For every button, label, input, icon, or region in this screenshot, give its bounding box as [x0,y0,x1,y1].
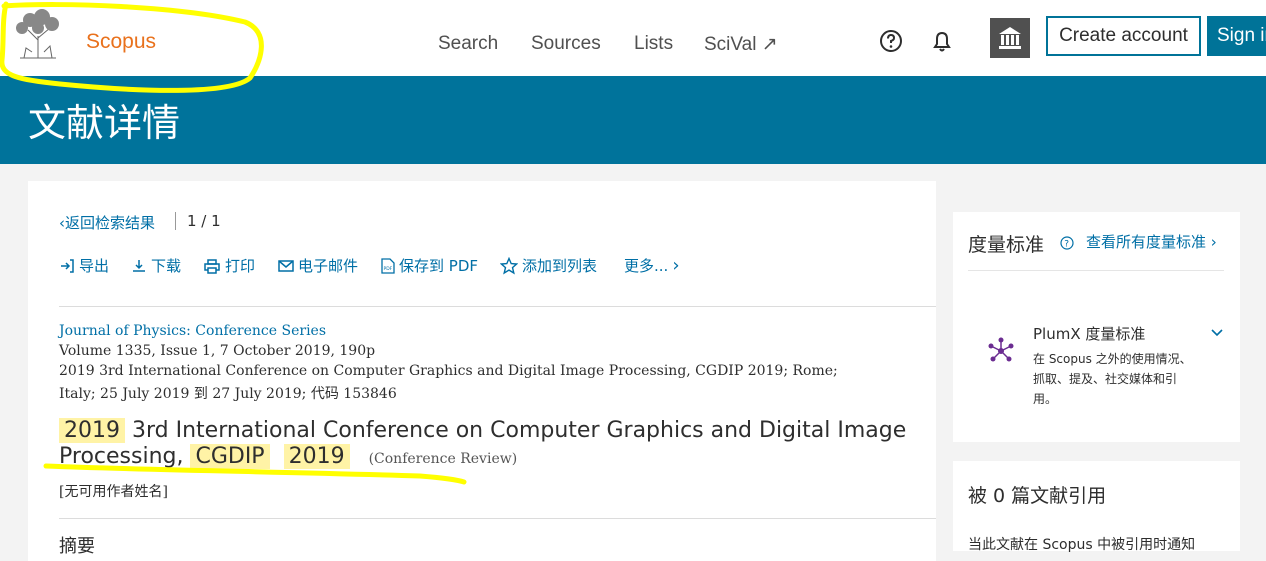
institution-icon [999,27,1021,49]
title-text-part2: Processing, [59,444,191,469]
metrics-divider [968,270,1224,271]
more-button[interactable]: 更多... › [624,255,680,276]
authors-divider [59,518,936,519]
back-to-results-link[interactable]: ‹返回检索结果 [59,212,155,233]
svg-text:?: ? [1064,240,1069,250]
email-button[interactable]: 电子邮件 [278,255,358,276]
plumx-title[interactable]: PlumX 度量标准 [1033,323,1145,344]
title-highlight-year: 2019 [59,418,125,443]
pdf-icon: PDF [381,257,395,274]
plumx-icon [988,337,1014,362]
export-label: 导出 [79,257,110,275]
authors-text: [无可用作者姓名] [59,484,168,500]
volume-info: Volume 1335, Issue 1, 7 October 2019, 19… [59,343,376,359]
document-title-line2: Processing, CGDIP 2019 (Conference Revie… [59,444,517,472]
view-all-metrics-label: 查看所有度量标准 [1086,233,1207,251]
download-label: 下载 [151,257,182,275]
help-icon[interactable] [878,28,904,54]
abstract-heading: 摘要 [59,536,95,557]
star-icon [500,256,518,274]
save-to-pdf-label: 保存到 PDF [399,257,478,275]
chevron-right-icon: › [1206,233,1217,251]
back-link-label: 返回检索结果 [65,214,156,232]
email-icon [278,259,294,272]
nav-sources[interactable]: Sources [531,33,601,55]
page-title: 文献详情 [28,101,181,145]
cited-by-description: 当此文献在 Scopus 中被引用时通知 [968,537,1196,553]
bell-icon[interactable] [929,28,955,54]
conference-info: 2019 3rd International Conference on Com… [59,363,838,379]
export-icon [61,258,74,273]
download-button[interactable]: 下载 [131,255,181,276]
cited-by-title: 被 0 篇文献引用 [968,485,1107,507]
create-account-button[interactable]: Create account [1046,16,1201,56]
nav-scival[interactable]: SciVal ↗ [704,33,778,56]
chevron-right-icon: › [672,255,680,276]
print-button[interactable]: 打印 [203,255,255,276]
more-label: 更多... [624,257,669,275]
institution-button[interactable] [990,18,1030,58]
svg-text:PDF: PDF [384,266,393,272]
document-type: (Conference Review) [368,451,518,467]
pager-divider [175,212,176,230]
result-pager: 1 / 1 [187,212,221,230]
page-banner [0,76,1266,164]
plumx-description: 在 Scopus 之外的使用情况、抓取、提及、社交媒体和引用。 [1033,352,1192,406]
title-text-part1: 3rd International Conference on Computer… [125,418,907,443]
elsevier-logo-icon[interactable] [10,8,66,60]
scopus-brand-link[interactable]: Scopus [86,30,156,54]
print-icon [204,258,220,274]
metrics-title: 度量标准 [968,234,1045,256]
conference-location: Italy; 25 July 2019 到 27 July 2019; 代码 1… [59,386,397,402]
nav-search[interactable]: Search [438,33,498,55]
title-highlight-year-2: 2019 [283,444,350,469]
info-icon[interactable]: ? [1060,236,1074,250]
chevron-down-icon[interactable] [1210,328,1224,338]
title-highlight-cgdip: CGDIP [190,444,270,469]
add-to-list-label: 添加到列表 [522,257,598,275]
view-all-metrics-link[interactable]: 查看所有度量标准 › [1086,231,1217,252]
download-icon [133,259,145,272]
toolbar-divider [59,306,936,307]
source-title-link[interactable]: Journal of Physics: Conference Series [59,323,326,339]
email-label: 电子邮件 [298,257,359,275]
export-button[interactable]: 导出 [59,255,109,276]
save-to-pdf-button[interactable]: PDF 保存到 PDF [381,255,478,276]
print-label: 打印 [225,257,256,275]
add-to-list-button[interactable]: 添加到列表 [500,255,597,276]
sign-in-button[interactable]: Sign in [1207,16,1266,56]
nav-lists[interactable]: Lists [634,33,673,55]
document-title-line1: 2019 3rd International Conference on Com… [59,418,906,444]
